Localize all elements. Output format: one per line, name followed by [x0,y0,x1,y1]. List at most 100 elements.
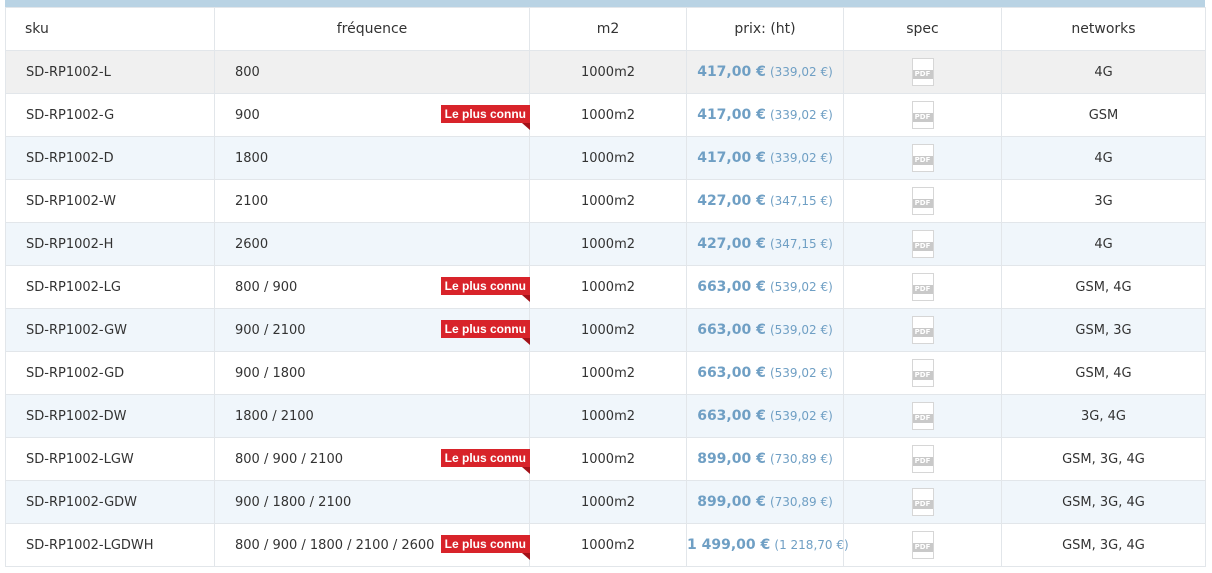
pdf-icon-label: PDF [912,414,933,423]
header-prix[interactable]: prix: (ht) [686,7,844,51]
networks-text: GSM, 4G [1075,279,1132,295]
price-ht: (339,02 €) [769,151,833,165]
popular-badge: Le plus connu [440,105,531,130]
frequence-cell: 2100 [214,179,530,223]
frequence-text: 2100 [235,193,269,209]
table-row[interactable]: SD-RP1002-LGDWH 800 / 900 / 1800 / 2100 … [5,523,1206,567]
price-ht: (730,89 €) [769,495,833,509]
sku-text: SD-RP1002-G [26,107,115,123]
sku-text: SD-RP1002-DW [26,408,127,424]
networks-cell: 4G [1001,222,1206,266]
pdf-icon[interactable]: PDF [911,58,934,86]
networks-text: 3G, 4G [1081,408,1126,424]
sku-cell: SD-RP1002-L [5,50,215,94]
sku-cell: SD-RP1002-GDW [5,480,215,524]
pdf-icon[interactable]: PDF [911,144,934,172]
pdf-icon-label: PDF [912,285,933,294]
table-row[interactable]: SD-RP1002-GDW 900 / 1800 / 2100 1000m2 8… [5,480,1206,524]
table-row[interactable]: SD-RP1002-LGW 800 / 900 / 2100 Le plus c… [5,437,1206,481]
table-row[interactable]: SD-RP1002-L 800 1000m2 417,00 € (339,02 … [5,50,1206,94]
price-cell: 427,00 € (347,15 €) [686,222,844,266]
sku-text: SD-RP1002-H [26,236,114,252]
sku-text: SD-RP1002-GW [26,322,128,338]
table-row[interactable]: SD-RP1002-GD 900 / 1800 1000m2 663,00 € … [5,351,1206,395]
table-row[interactable]: SD-RP1002-G 900 Le plus connu 1000m2 417… [5,93,1206,137]
price-cell: 1 499,00 € (1 218,70 €) [686,523,849,567]
price-ttc: 663,00 € [697,322,766,338]
spec-cell: PDF [843,437,1002,481]
pdf-icon[interactable]: PDF [911,316,934,344]
product-table: sku fréquence m2 prix: (ht) spec network… [5,7,1206,567]
networks-text: 4G [1094,236,1113,252]
pdf-icon-label: PDF [912,156,933,165]
networks-text: GSM, 4G [1075,365,1132,381]
header-spec[interactable]: spec [843,7,1002,51]
spec-cell: PDF [843,222,1002,266]
frequence-text: 800 / 900 [235,279,298,295]
frequence-text: 2600 [235,236,269,252]
price-ttc: 899,00 € [697,451,766,467]
price-ht: (539,02 €) [769,280,833,294]
m2-text: 1000m2 [580,537,636,553]
pdf-icon[interactable]: PDF [911,531,934,559]
pdf-icon[interactable]: PDF [911,187,934,215]
table-top-bar [5,0,1205,7]
price-cell: 663,00 € (539,02 €) [686,351,844,395]
table-row[interactable]: SD-RP1002-LG 800 / 900 Le plus connu 100… [5,265,1206,309]
pdf-icon[interactable]: PDF [911,273,934,301]
table-row[interactable]: SD-RP1002-H 2600 1000m2 427,00 € (347,15… [5,222,1206,266]
pdf-icon[interactable]: PDF [911,230,934,258]
frequence-text: 1800 / 2100 [235,408,314,424]
spec-cell: PDF [843,394,1002,438]
table-row[interactable]: SD-RP1002-D 1800 1000m2 417,00 € (339,02… [5,136,1206,180]
price-ttc: 663,00 € [697,279,766,295]
pdf-icon[interactable]: PDF [911,488,934,516]
networks-text: GSM [1088,107,1119,123]
price-ht: (539,02 €) [769,366,833,380]
networks-text: GSM, 3G, 4G [1062,451,1145,467]
price-cell: 417,00 € (339,02 €) [686,50,844,94]
price-ttc: 663,00 € [697,408,766,424]
sku-text: SD-RP1002-W [26,193,116,209]
header-m2[interactable]: m2 [529,7,687,51]
pdf-icon[interactable]: PDF [911,101,934,129]
m2-cell: 1000m2 [529,437,687,481]
frequence-text: 900 / 1800 [235,365,306,381]
spec-cell: PDF [843,351,1002,395]
price-ttc: 417,00 € [697,150,766,166]
pdf-icon[interactable]: PDF [911,445,934,473]
m2-cell: 1000m2 [529,394,687,438]
networks-cell: GSM, 3G, 4G [1001,437,1206,481]
price-ht: (347,15 €) [769,237,833,251]
table-row[interactable]: SD-RP1002-W 2100 1000m2 427,00 € (347,15… [5,179,1206,223]
popular-badge: Le plus connu [440,449,531,474]
header-frequence[interactable]: fréquence [214,7,530,51]
m2-cell: 1000m2 [529,480,687,524]
spec-cell: PDF [843,179,1002,223]
sku-cell: SD-RP1002-LG [5,265,215,309]
pdf-icon[interactable]: PDF [911,402,934,430]
frequence-cell: 900 / 2100 Le plus connu [214,308,531,352]
frequence-cell: 800 / 900 / 1800 / 2100 / 2600 Le plus c… [214,523,531,567]
spec-cell: PDF [843,308,1002,352]
price-cell: 417,00 € (339,02 €) [686,136,844,180]
networks-cell: 3G, 4G [1001,394,1206,438]
spec-cell: PDF [843,523,1002,567]
spec-cell: PDF [843,480,1002,524]
table-row[interactable]: SD-RP1002-DW 1800 / 2100 1000m2 663,00 €… [5,394,1206,438]
m2-text: 1000m2 [580,279,636,295]
pdf-icon[interactable]: PDF [911,359,934,387]
header-sku[interactable]: sku [5,7,215,51]
frequence-cell: 2600 [214,222,530,266]
frequence-cell: 900 / 1800 [214,351,530,395]
m2-text: 1000m2 [580,107,636,123]
m2-text: 1000m2 [580,365,636,381]
frequence-cell: 900 / 1800 / 2100 [214,480,530,524]
table-row[interactable]: SD-RP1002-GW 900 / 2100 Le plus connu 10… [5,308,1206,352]
header-networks[interactable]: networks [1001,7,1206,51]
m2-text: 1000m2 [580,494,636,510]
sku-cell: SD-RP1002-G [5,93,215,137]
sku-cell: SD-RP1002-LGDWH [5,523,215,567]
price-ttc: 899,00 € [697,494,766,510]
pdf-icon-label: PDF [912,328,933,337]
